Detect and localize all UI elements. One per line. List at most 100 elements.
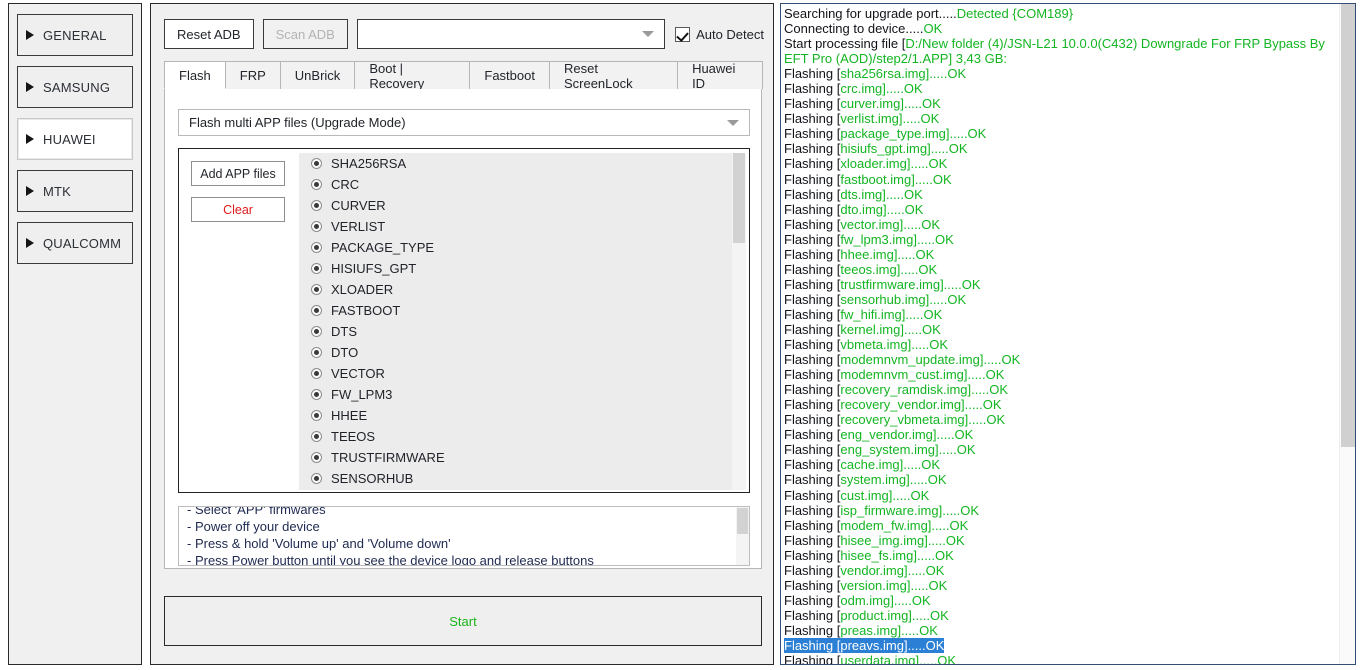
log-line[interactable]: Flashing [preas.img].....OK (784, 623, 1333, 638)
tab-boot-recovery[interactable]: Boot | Recovery (354, 61, 471, 91)
reset-adb-button[interactable]: Reset ADB (164, 19, 254, 49)
scan-adb-button[interactable]: Scan ADB (262, 19, 348, 49)
log-line[interactable]: Flashing [modemnvm_update.img].....OK (784, 352, 1333, 367)
log-line[interactable]: Flashing [hisee_fs.img].....OK (784, 548, 1333, 563)
log-line[interactable]: Flashing [vendor.img].....OK (784, 563, 1333, 578)
radio-icon[interactable] (311, 158, 322, 169)
log-line[interactable]: Flashing [teeos.img].....OK (784, 262, 1333, 277)
log-line[interactable]: Flashing [modemnvm_cust.img].....OK (784, 367, 1333, 382)
radio-icon[interactable] (311, 242, 322, 253)
list-item[interactable]: DTS (299, 321, 746, 342)
log-line[interactable]: Flashing [recovery_vbmeta.img].....OK (784, 412, 1333, 427)
radio-icon[interactable] (311, 389, 322, 400)
instructions-box[interactable]: - Select 'APP' firmwares - Power off your… (178, 506, 750, 566)
log-line[interactable]: Flashing [fw_hifi.img].....OK (784, 307, 1333, 322)
log-line[interactable]: Flashing [sha256rsa.img].....OK (784, 66, 1333, 81)
log-line[interactable]: Flashing [preavs.img].....OK (784, 637, 1333, 654)
log-line[interactable]: Flashing [system.img].....OK (784, 472, 1333, 487)
tab-unbrick[interactable]: UnBrick (279, 61, 356, 89)
list-item[interactable]: HHEE (299, 405, 746, 426)
sidebar-item-samsung[interactable]: SAMSUNG (17, 66, 133, 108)
log-line[interactable]: Flashing [userdata.img].....OK (784, 653, 1333, 664)
auto-detect-checkbox[interactable]: Auto Detect (675, 26, 764, 42)
partition-list-scroll-thumb[interactable] (733, 153, 745, 243)
log-line[interactable]: Flashing [odm.img].....OK (784, 593, 1333, 608)
radio-icon[interactable] (311, 200, 322, 211)
log-line[interactable]: Flashing [cust.img].....OK (784, 488, 1333, 503)
log-line[interactable]: Flashing [recovery_ramdisk.img].....OK (784, 382, 1333, 397)
log-line[interactable]: Flashing [hhee.img].....OK (784, 247, 1333, 262)
list-item[interactable]: TEEOS (299, 426, 746, 447)
log-line[interactable]: Connecting to device.....OK (784, 21, 1333, 36)
sidebar-item-qualcomm[interactable]: QUALCOMM (17, 222, 133, 264)
radio-icon[interactable] (311, 410, 322, 421)
tab-flash[interactable]: Flash (164, 61, 226, 89)
log-line[interactable]: Flashing [eng_system.img].....OK (784, 442, 1333, 457)
log-line[interactable]: Flashing [sensorhub.img].....OK (784, 292, 1333, 307)
log-line[interactable]: Flashing [isp_firmware.img].....OK (784, 503, 1333, 518)
radio-icon[interactable] (311, 221, 322, 232)
add-app-files-button[interactable]: Add APP files (191, 161, 285, 186)
list-item[interactable]: PACKAGE_TYPE (299, 237, 746, 258)
list-item[interactable]: VERLIST (299, 216, 746, 237)
radio-icon[interactable] (311, 305, 322, 316)
log-line[interactable]: Flashing [hisee_img.img].....OK (784, 533, 1333, 548)
log-line[interactable]: Flashing [fw_lpm3.img].....OK (784, 232, 1333, 247)
list-item[interactable]: DTO (299, 342, 746, 363)
log-line[interactable]: Flashing [eng_vendor.img].....OK (784, 427, 1333, 442)
log-line[interactable]: Flashing [modem_fw.img].....OK (784, 518, 1333, 533)
log-line[interactable]: Flashing [vbmeta.img].....OK (784, 337, 1333, 352)
radio-icon[interactable] (311, 431, 322, 442)
log-panel[interactable]: Searching for upgrade port.....Detected … (780, 3, 1356, 665)
tab-fastboot[interactable]: Fastboot (469, 61, 550, 89)
log-line[interactable]: Flashing [version.img].....OK (784, 578, 1333, 593)
tab-frp[interactable]: FRP (224, 61, 281, 89)
log-line[interactable]: Flashing [cache.img].....OK (784, 457, 1333, 472)
log-line[interactable]: Flashing [package_type.img].....OK (784, 126, 1333, 141)
sidebar-item-huawei[interactable]: HUAWEI (17, 118, 133, 160)
radio-icon[interactable] (311, 263, 322, 274)
log-line[interactable]: Flashing [verlist.img].....OK (784, 111, 1333, 126)
log-line[interactable]: Searching for upgrade port.....Detected … (784, 6, 1333, 21)
radio-icon[interactable] (311, 473, 322, 484)
log-line[interactable]: Flashing [dts.img].....OK (784, 187, 1333, 202)
log-line[interactable]: Flashing [trustfirmware.img].....OK (784, 277, 1333, 292)
instructions-scrollbar[interactable] (736, 507, 749, 565)
list-item[interactable]: HISIUFS_GPT (299, 258, 746, 279)
log-line[interactable]: Flashing [crc.img].....OK (784, 81, 1333, 96)
list-item[interactable]: VECTOR (299, 363, 746, 384)
list-item[interactable]: CURVER (299, 195, 746, 216)
log-scrollbar[interactable] (1339, 4, 1355, 664)
log-line[interactable]: Flashing [vector.img].....OK (784, 217, 1333, 232)
list-item[interactable]: SENSORHUB (299, 468, 746, 489)
tab-huawei-id[interactable]: Huawei ID (677, 61, 763, 91)
start-button[interactable]: Start (164, 596, 762, 646)
list-item[interactable]: CRC (299, 174, 746, 195)
instructions-scroll-thumb[interactable] (737, 508, 748, 534)
port-select[interactable] (356, 19, 666, 49)
log-scroll-thumb[interactable] (1341, 4, 1355, 447)
log-line[interactable]: Flashing [xloader.img].....OK (784, 156, 1333, 171)
flash-mode-select[interactable]: Flash multi APP files (Upgrade Mode) (178, 109, 750, 136)
list-item[interactable]: SHA256RSA (299, 153, 746, 174)
list-item[interactable]: TRUSTFIRMWARE (299, 447, 746, 468)
log-line[interactable]: Flashing [dto.img].....OK (784, 202, 1333, 217)
log-line[interactable]: Flashing [curver.img].....OK (784, 96, 1333, 111)
log-line[interactable]: Flashing [recovery_vendor.img].....OK (784, 397, 1333, 412)
log-line[interactable]: Flashing [kernel.img].....OK (784, 322, 1333, 337)
list-item[interactable]: FW_LPM3 (299, 384, 746, 405)
sidebar-item-mtk[interactable]: MTK (17, 170, 133, 212)
partition-list-scrollbar[interactable] (732, 153, 746, 490)
log-line[interactable]: Flashing [hisiufs_gpt.img].....OK (784, 141, 1333, 156)
clear-button[interactable]: Clear (191, 197, 285, 222)
radio-icon[interactable] (311, 179, 322, 190)
list-item[interactable]: FASTBOOT (299, 300, 746, 321)
tab-reset-screenlock[interactable]: Reset ScreenLock (548, 61, 679, 91)
log-line[interactable]: Flashing [fastboot.img].....OK (784, 172, 1333, 187)
log-line[interactable]: Start processing file [D:/New folder (4)… (784, 36, 1333, 66)
radio-icon[interactable] (311, 284, 322, 295)
list-item[interactable]: XLOADER (299, 279, 746, 300)
radio-icon[interactable] (311, 326, 322, 337)
radio-icon[interactable] (311, 368, 322, 379)
radio-icon[interactable] (311, 347, 322, 358)
